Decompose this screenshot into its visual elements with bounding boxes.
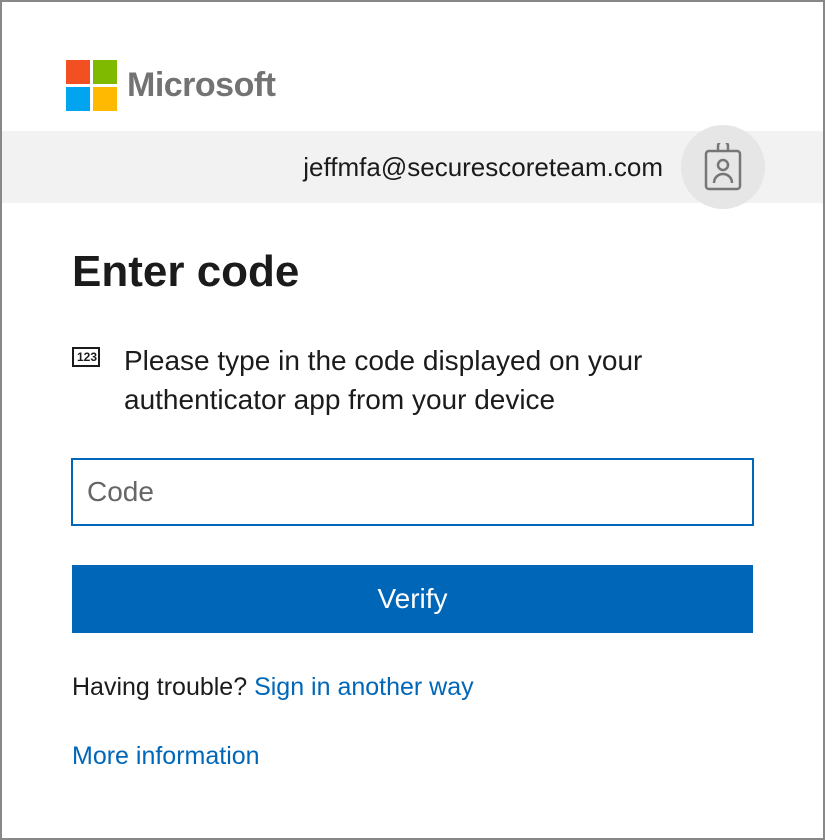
microsoft-logo-text: Microsoft — [127, 66, 276, 105]
header: Microsoft — [2, 2, 823, 131]
account-email: jeffmfa@securescoreteam.com — [303, 152, 663, 183]
main-content: Enter code 123 Please type in the code d… — [2, 203, 823, 771]
dialog-content: Microsoft jeffmfa@securescoreteam.com En… — [2, 2, 823, 771]
account-bar: jeffmfa@securescoreteam.com — [2, 131, 823, 203]
trouble-text: Having trouble? Sign in another way — [72, 673, 753, 702]
page-title: Enter code — [72, 247, 753, 297]
dialog-card: Microsoft jeffmfa@securescoreteam.com En… — [0, 0, 825, 840]
trouble-prefix: Having trouble? — [72, 673, 254, 701]
microsoft-logo: Microsoft — [66, 60, 759, 111]
verify-button[interactable]: Verify — [72, 565, 753, 633]
sign-in-another-way-link[interactable]: Sign in another way — [254, 673, 474, 701]
instruction-text: Please type in the code displayed on you… — [124, 341, 753, 419]
code-input[interactable] — [72, 459, 753, 525]
more-information-link[interactable]: More information — [72, 742, 753, 771]
instruction-row: 123 Please type in the code displayed on… — [72, 341, 753, 419]
microsoft-logo-icon — [66, 60, 117, 111]
code-123-icon: 123 — [72, 347, 100, 367]
id-badge-icon — [681, 125, 765, 209]
